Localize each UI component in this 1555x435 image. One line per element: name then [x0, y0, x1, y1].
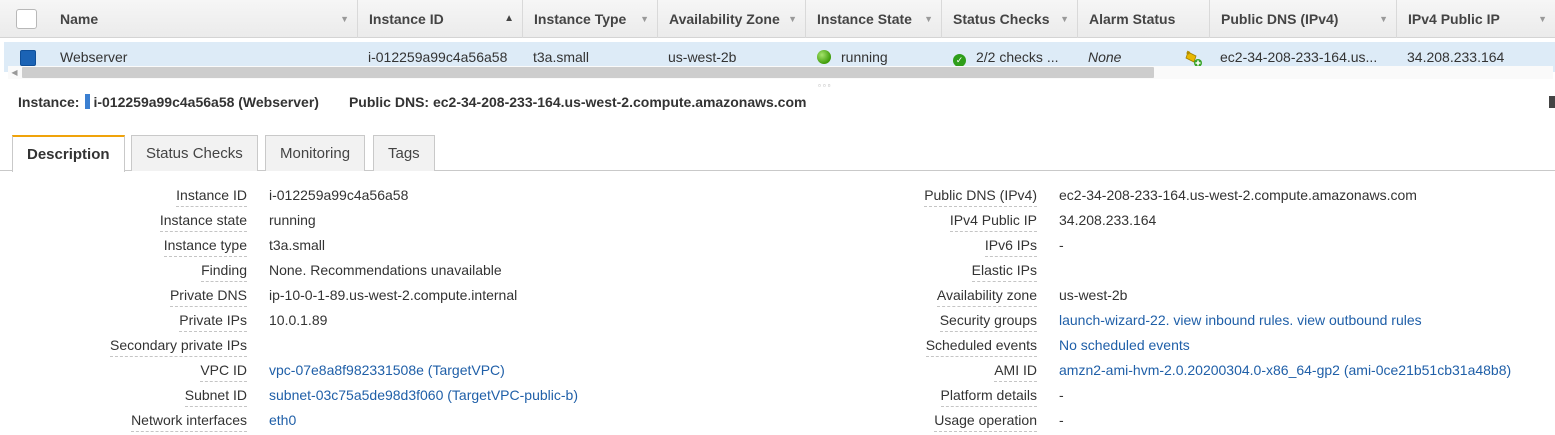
property-row: Public DNS (IPv4) ec2-34-208-233-164.us-… — [0, 186, 1417, 211]
property-label: Scheduled events — [925, 336, 1037, 357]
property-row: Scheduled events No scheduled events — [0, 336, 1190, 361]
ami-id-link[interactable]: amzn2-ami-hvm-2.0.20200304.0-x86_64-gp2 … — [1059, 361, 1511, 379]
column-header-instance-id[interactable]: Instance ID ▲ — [357, 0, 523, 38]
panel-toggle-icon[interactable] — [1549, 96, 1555, 108]
scrollbar-thumb[interactable] — [22, 67, 1154, 78]
chevron-down-icon: ▼ — [1379, 14, 1388, 24]
property-value: us-west-2b — [1059, 287, 1128, 303]
column-header-status-checks[interactable]: Status Checks ▼ — [941, 0, 1078, 38]
property-row: Availability zone us-west-2b — [0, 286, 1127, 311]
property-row: AMI ID amzn2-ami-hvm-2.0.20200304.0-x86_… — [0, 361, 1511, 386]
table-header: Name ▼ Instance ID ▲ Instance Type ▼ Availa… — [0, 0, 1555, 38]
tab-status-checks[interactable]: Status Checks — [131, 135, 258, 171]
chevron-down-icon: ▼ — [640, 14, 649, 24]
chevron-down-icon: ▼ — [788, 14, 797, 24]
property-row: Security groups launch-wizard-22. view i… — [0, 311, 1422, 336]
running-status-icon — [817, 50, 831, 64]
column-header-availability-zone[interactable]: Availability Zone ▼ — [657, 0, 806, 38]
property-value: ec2-34-208-233-164.us-west-2.compute.ama… — [1059, 187, 1417, 203]
chevron-down-icon: ▼ — [1060, 14, 1069, 24]
property-row: Usage operation - — [0, 411, 1064, 435]
tab-tags[interactable]: Tags — [373, 135, 435, 171]
property-label: AMI ID — [994, 361, 1037, 382]
chevron-down-icon: ▼ — [340, 14, 349, 24]
property-label: Public DNS (IPv4) — [924, 186, 1037, 207]
column-header-instance-state[interactable]: Instance State ▼ — [805, 0, 942, 38]
column-header-name[interactable]: Name ▼ — [48, 0, 358, 38]
property-label: Usage operation — [934, 411, 1037, 432]
sort-ascending-icon: ▲ — [504, 13, 514, 24]
tab-description[interactable]: Description — [12, 135, 125, 172]
property-value: - — [1059, 237, 1064, 253]
public-dns-value: ec2-34-208-233-164.us-west-2.compute.ama… — [432, 94, 807, 110]
alarm-bell-icon[interactable] — [1184, 48, 1204, 68]
instance-label: Instance: — [18, 94, 80, 110]
instance-color-marker — [85, 94, 91, 109]
property-label: Security groups — [939, 311, 1037, 332]
column-header-instance-type[interactable]: Instance Type ▼ — [522, 0, 658, 38]
property-label: IPv4 Public IP — [949, 211, 1037, 232]
property-label: IPv6 IPs — [984, 236, 1037, 257]
horizontal-scrollbar[interactable]: ◀ — [8, 66, 1553, 79]
property-label: Platform details — [940, 386, 1037, 407]
detail-header: Instance: i-012259a99c4a56a58 (Webserver)… — [18, 93, 806, 111]
property-label: Elastic IPs — [971, 261, 1037, 282]
row-checkbox[interactable] — [20, 50, 36, 66]
chevron-down-icon: ▼ — [924, 14, 933, 24]
property-row: IPv6 IPs - — [0, 236, 1064, 261]
property-row: Platform details - — [0, 386, 1064, 411]
public-dns-label: Public DNS: — [348, 94, 430, 110]
property-row: Elastic IPs — [0, 261, 1037, 286]
property-label: Availability zone — [936, 286, 1037, 307]
scroll-left-icon[interactable]: ◀ — [8, 66, 21, 79]
chevron-down-icon: ▼ — [1538, 14, 1547, 24]
instances-table: Name ▼ Instance ID ▲ Instance Type ▼ Availa… — [0, 0, 1555, 82]
property-value: - — [1059, 387, 1064, 403]
select-all-checkbox[interactable] — [16, 9, 37, 29]
column-header-alarm-status[interactable]: Alarm Status — [1077, 0, 1210, 38]
scheduled-events-link[interactable]: No scheduled events — [1059, 336, 1190, 354]
property-value: 34.208.233.164 — [1059, 212, 1157, 228]
property-row: IPv4 Public IP 34.208.233.164 — [0, 211, 1156, 236]
column-header-ipv4-public-ip[interactable]: IPv4 Public IP ▼ — [1396, 0, 1555, 38]
security-groups-links[interactable]: launch-wizard-22. view inbound rules. vi… — [1059, 311, 1422, 329]
tab-monitoring[interactable]: Monitoring — [265, 135, 366, 171]
property-value: - — [1059, 412, 1064, 428]
instance-value: i-012259a99c4a56a58 (Webserver) — [93, 94, 319, 110]
resize-grip-icon[interactable]: ▫▫▫ — [818, 81, 833, 90]
column-header-public-dns[interactable]: Public DNS (IPv4) ▼ — [1209, 0, 1397, 38]
